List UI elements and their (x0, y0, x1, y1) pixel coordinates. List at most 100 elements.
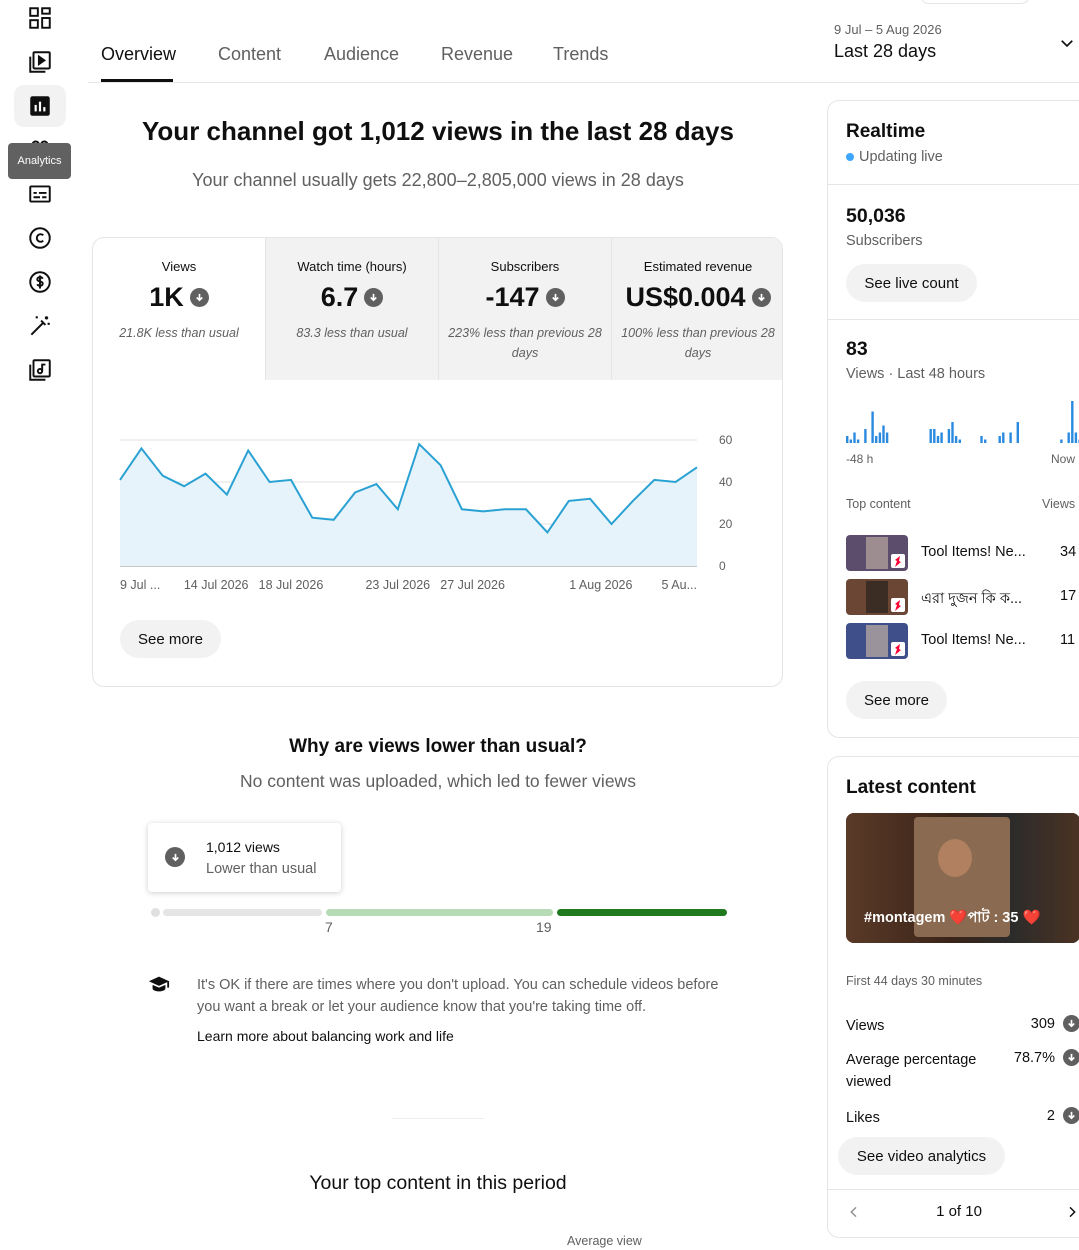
realtime-bar (882, 425, 885, 443)
stat-row-views: Views 309 (846, 1015, 1079, 1037)
pager-label: 1 of 10 (936, 1203, 982, 1220)
views-chart[interactable]: 60 40 20 0 9 Jul ... 14 Jul 2026 18 Jul 2026 23… (93, 428, 783, 608)
stat-row-likes: Likes 2 (846, 1107, 1079, 1129)
metric-value: 6.7 (320, 282, 359, 312)
arrow-down-icon (364, 288, 384, 307)
divider (828, 1189, 1079, 1190)
y-tick-label: 0 (719, 559, 726, 573)
metric-value: US$0.004 (625, 282, 746, 312)
metric-watch-time[interactable]: Watch time (hours) 6.7 83.3 less than us… (266, 238, 439, 380)
realtime-title: Realtime (846, 121, 926, 142)
content-views: 11 (1060, 632, 1076, 648)
analytics-tooltip: Analytics (8, 143, 71, 179)
realtime-bar (936, 436, 940, 443)
see-live-count-button[interactable]: See live count (846, 264, 977, 302)
dashboard-icon[interactable] (22, 0, 58, 36)
realtime-bar (947, 429, 951, 443)
chevron-down-icon[interactable] (1058, 34, 1076, 57)
learn-more-link[interactable]: Learn more about balancing work and life (197, 1028, 454, 1044)
tab-trends[interactable]: Trends (553, 44, 608, 65)
date-range-dates: 9 Jul – 5 Aug 2026 (834, 22, 942, 37)
realtime-bar-chart[interactable] (846, 399, 1079, 443)
data-point (695, 465, 700, 470)
earn-icon[interactable] (22, 264, 58, 300)
arrow-down-icon (165, 847, 185, 867)
shorts-icon (891, 554, 905, 568)
realtime-bar (958, 439, 961, 443)
date-range-selector[interactable]: 9 Jul – 5 Aug 2026 Last 28 days (834, 22, 942, 62)
overview-card: Views 1K 21.8K less than usual Watch tim… (92, 237, 783, 687)
metric-subscribers[interactable]: Subscribers -147 223% less than previous… (439, 238, 612, 380)
data-point (310, 515, 315, 520)
realtime-bar (856, 439, 860, 443)
realtime-bar (846, 436, 849, 443)
thumbnail-figure (866, 625, 888, 657)
realtime-see-more-button[interactable]: See more (846, 681, 947, 719)
copyright-icon[interactable] (22, 220, 58, 256)
metric-note: 223% less than previous 28 days (448, 326, 602, 360)
tip-text: It's OK if there are times where you don… (197, 977, 719, 1015)
page-subtitle: Your channel usually gets 22,800–2,805,0… (192, 170, 684, 190)
shorts-icon (891, 598, 905, 612)
data-point (288, 477, 293, 482)
realtime-bar (980, 436, 983, 443)
customization-icon[interactable] (22, 308, 58, 344)
subtitles-icon[interactable] (22, 176, 58, 212)
top-content-item[interactable]: Tool Items! Ne... 11 (846, 623, 1079, 659)
y-tick-label: 60 (719, 433, 733, 447)
top-content-item[interactable]: Tool Items! Ne... 34 (846, 535, 1079, 571)
data-point (630, 498, 635, 503)
content-icon[interactable] (22, 44, 58, 80)
range-marker-low: 7 (325, 919, 333, 935)
latest-content-title: Latest content (846, 777, 976, 798)
metric-note: 83.3 less than usual (296, 326, 408, 340)
data-point (182, 484, 187, 489)
see-video-analytics-button[interactable]: See video analytics (838, 1137, 1005, 1175)
arrow-down-icon (1063, 1015, 1079, 1032)
top-content-item[interactable]: এরা দুজন কি ক... 17 (846, 579, 1079, 615)
metric-label: Views (161, 259, 197, 274)
arrow-down-icon (189, 288, 209, 307)
arrow-down-icon (1063, 1049, 1079, 1066)
realtime-bar (1071, 401, 1074, 443)
x-tick-label: 14 Jul 2026 (184, 578, 249, 592)
tab-revenue[interactable]: Revenue (441, 44, 513, 65)
metric-views[interactable]: Views 1K 21.8K less than usual (93, 238, 266, 380)
top-content-header: Top content (846, 497, 911, 511)
see-more-button[interactable]: See more (120, 620, 221, 658)
latest-content-card: Latest content #montagem ❤️পাট : 35 ❤️ F… (827, 756, 1079, 1238)
data-point (353, 490, 358, 495)
realtime-bar (885, 432, 889, 443)
tab-content[interactable]: Content (218, 44, 281, 65)
analytics-icon[interactable] (14, 85, 66, 127)
live-status-text: Updating live (859, 149, 943, 165)
x-tick-label: 9 Jul ... (120, 578, 160, 592)
content-title: Tool Items! Ne... (921, 544, 1026, 560)
realtime-bar (871, 411, 874, 443)
data-point (417, 442, 422, 447)
tab-audience[interactable]: Audience (324, 44, 399, 65)
chevron-right-icon[interactable] (1064, 1203, 1079, 1226)
data-point (160, 473, 165, 478)
data-point (588, 496, 593, 501)
tab-overview[interactable]: Overview (101, 44, 176, 65)
video-thumbnail (846, 623, 908, 659)
metric-note: 100% less than previous 28 days (621, 326, 775, 360)
page-title: Your channel got 1,012 views in the last… (142, 116, 734, 146)
y-tick-label: 20 (719, 517, 733, 531)
content-views: 17 (1060, 588, 1077, 604)
range-marker-dot (151, 908, 160, 917)
latest-video-thumbnail[interactable]: #montagem ❤️পাট : 35 ❤️ (846, 813, 1079, 943)
x-tick-label: 5 Au... (662, 578, 697, 592)
data-point (481, 509, 486, 514)
thumbnail-figure (866, 537, 888, 569)
metric-revenue[interactable]: Estimated revenue US$0.004 100% less tha… (612, 238, 782, 380)
range-low-segment (163, 909, 322, 916)
audio-library-icon[interactable] (22, 352, 58, 388)
data-point (545, 530, 550, 535)
content-title: এরা দুজন কি ক... (921, 591, 1023, 607)
realtime-bar (933, 429, 936, 443)
realtime-bar (1002, 432, 1005, 443)
realtime-bar (1074, 432, 1078, 443)
data-point (374, 482, 379, 487)
